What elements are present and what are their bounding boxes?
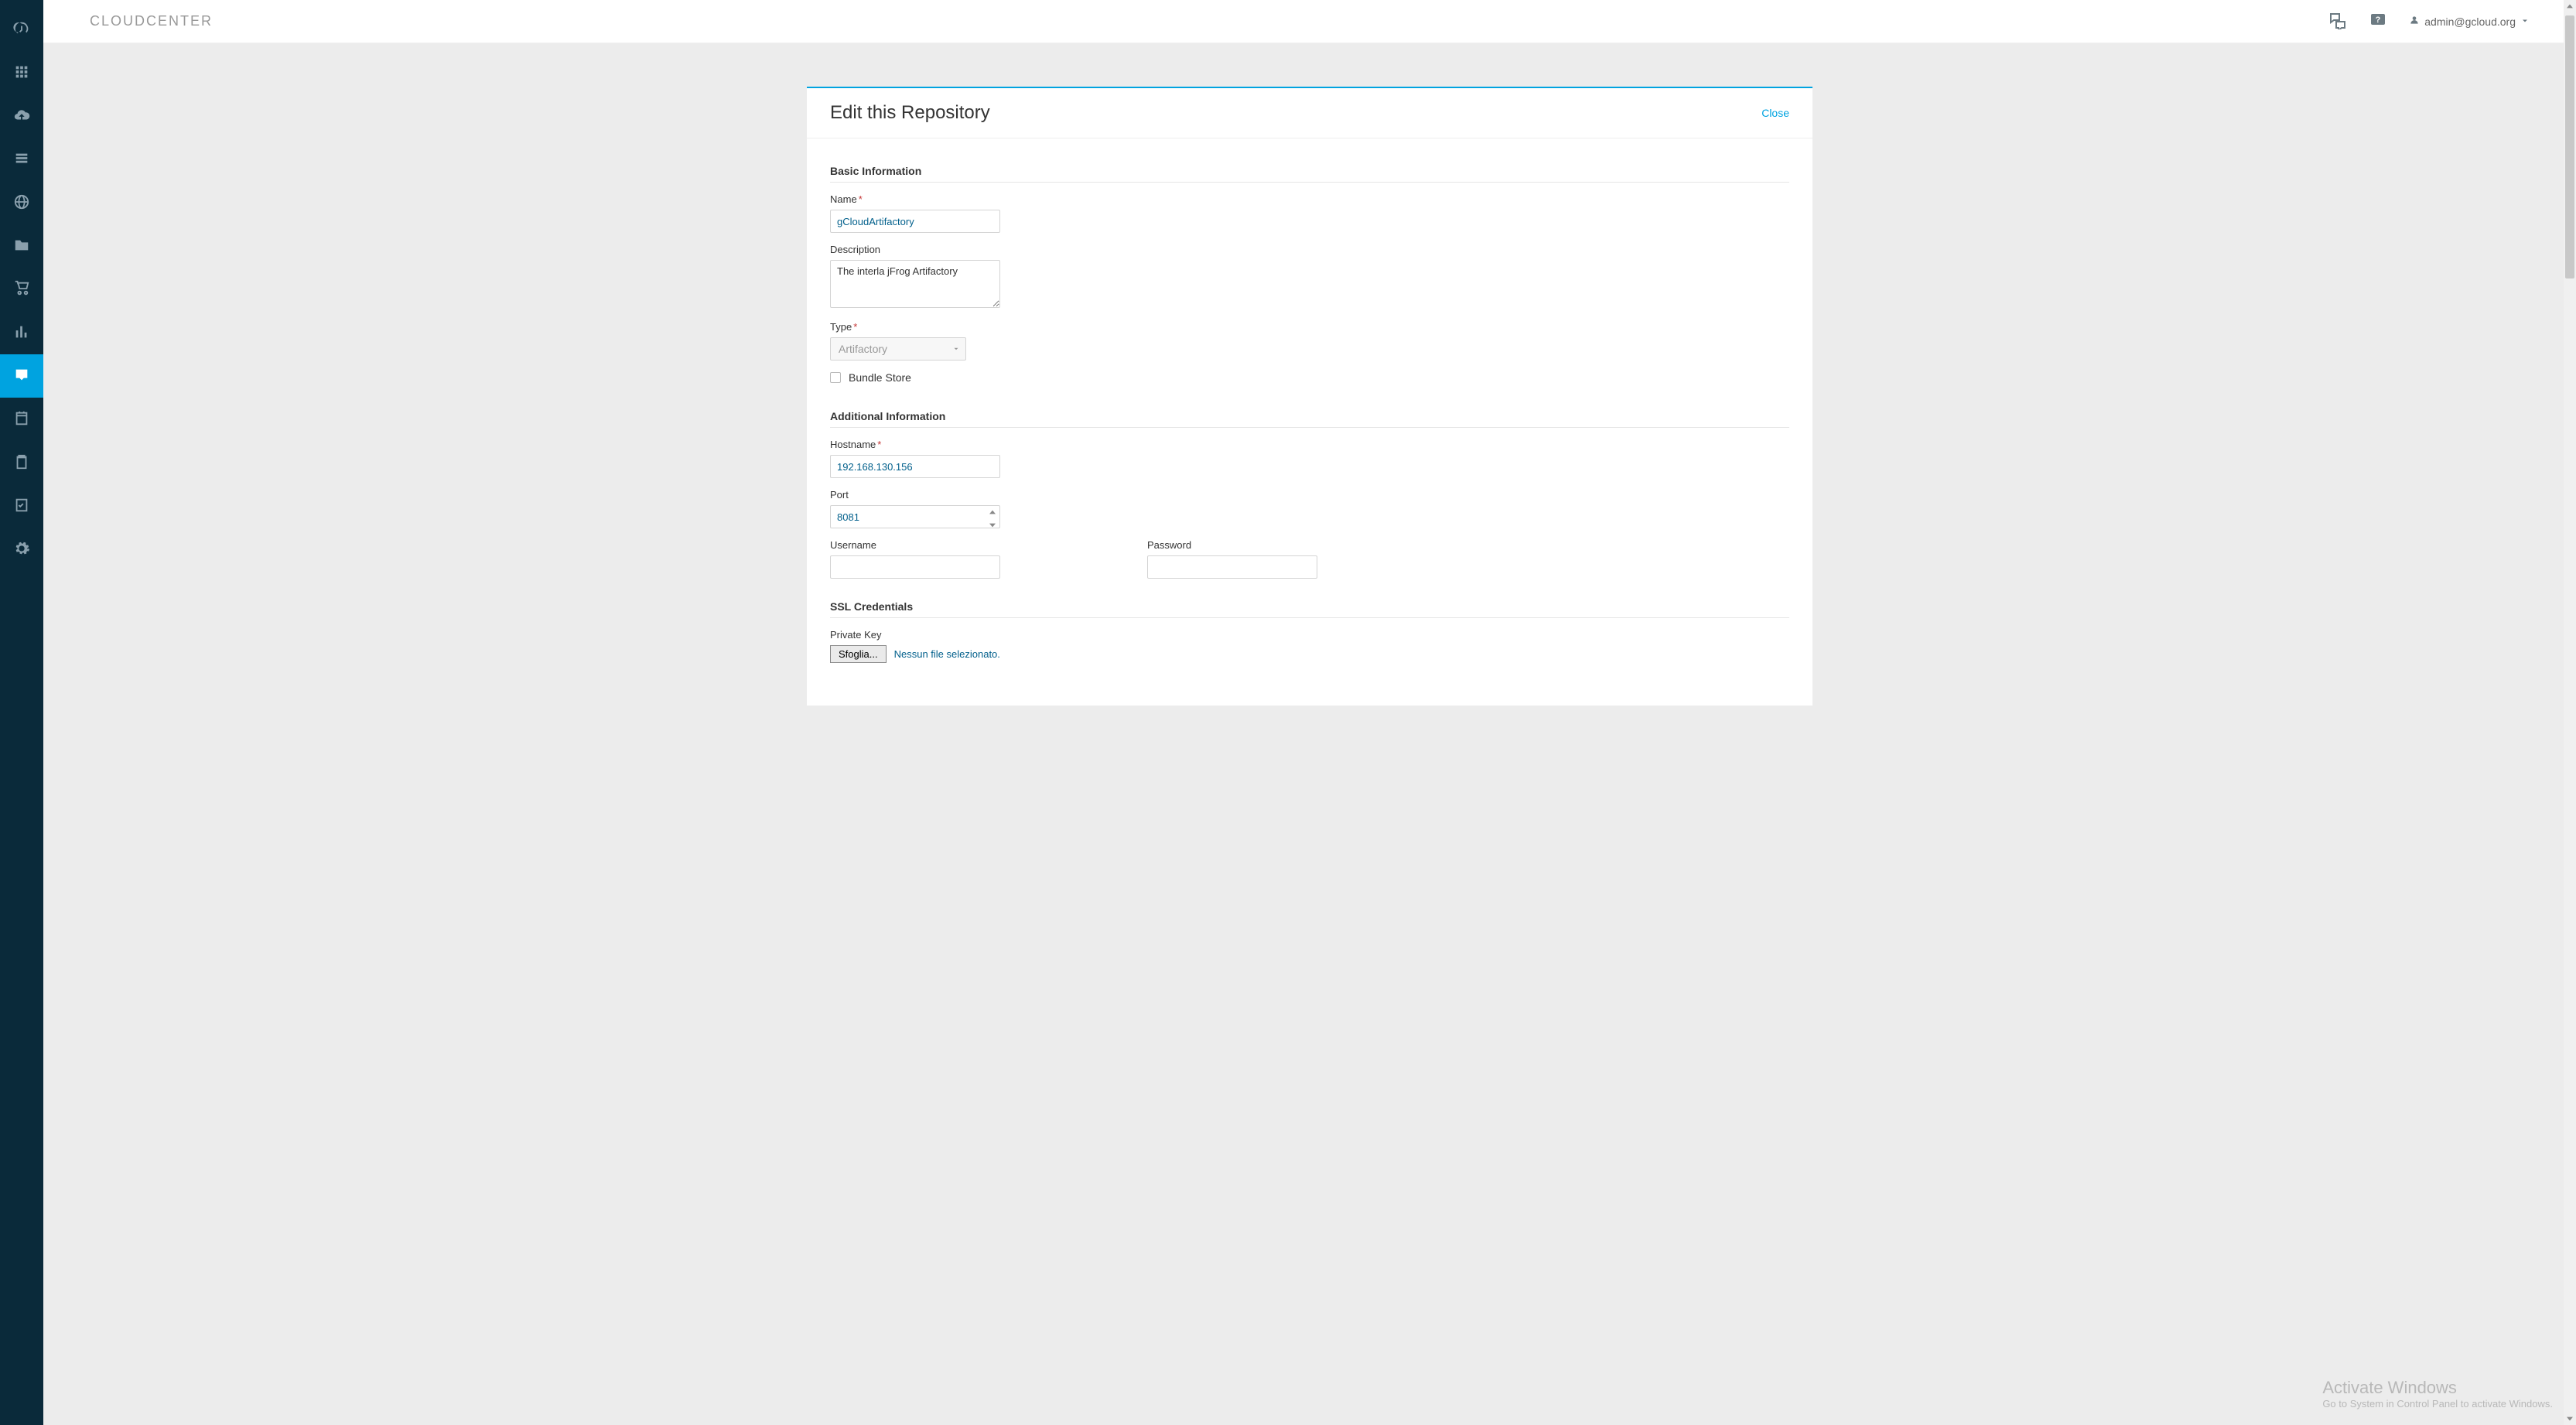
- clipboard-icon: [13, 453, 30, 473]
- stack-icon: [13, 150, 30, 169]
- folder-icon: [13, 237, 30, 256]
- password-label: Password: [1147, 539, 1317, 551]
- type-select-value: Artifactory: [839, 343, 887, 355]
- sidebar-item-globe[interactable]: [0, 181, 43, 224]
- help-icon[interactable]: ?: [2369, 11, 2387, 32]
- file-status: Nessun file selezionato.: [894, 648, 1000, 660]
- user-icon: [2409, 15, 2420, 28]
- cart-icon: [13, 280, 30, 299]
- sidebar: [0, 0, 43, 1425]
- user-menu[interactable]: admin@gcloud.org: [2409, 15, 2530, 28]
- bundle-store-label: Bundle Store: [849, 371, 911, 384]
- description-label: Description: [830, 244, 1789, 255]
- type-select[interactable]: Artifactory: [830, 337, 966, 361]
- edit-repository-panel: Edit this Repository Close Basic Informa…: [807, 87, 1812, 706]
- sidebar-item-stacks[interactable]: [0, 138, 43, 181]
- sidebar-item-dashboard[interactable]: [0, 8, 43, 51]
- brand-logo: CLOUDCENTER: [90, 13, 213, 29]
- step-down-icon[interactable]: [989, 518, 996, 530]
- step-up-icon[interactable]: [989, 504, 996, 517]
- user-label: admin@gcloud.org: [2424, 15, 2516, 28]
- calendar-icon: [13, 410, 30, 429]
- scroll-thumb[interactable]: [2565, 15, 2574, 279]
- section-ssl: SSL Credentials: [830, 589, 1789, 618]
- gear-icon: [13, 540, 30, 559]
- svg-text:?: ?: [2376, 15, 2381, 25]
- name-input[interactable]: [830, 210, 1000, 233]
- name-label: Name*: [830, 193, 1789, 205]
- checklist-icon: [13, 497, 30, 516]
- sidebar-item-marketplace[interactable]: [0, 268, 43, 311]
- browse-button[interactable]: Sfoglia...: [830, 645, 887, 663]
- main: CLOUDCENTER ? admin@gcloud.org Edit this…: [43, 0, 2576, 1425]
- bar-chart-icon: [13, 323, 30, 343]
- username-input[interactable]: [830, 555, 1000, 579]
- feedback-icon[interactable]: [2328, 11, 2347, 32]
- globe-icon: [13, 193, 30, 213]
- chevron-down-icon: [952, 343, 960, 355]
- cloud-upload-icon: [13, 107, 30, 126]
- close-link[interactable]: Close: [1761, 107, 1789, 119]
- sidebar-item-schedule[interactable]: [0, 398, 43, 441]
- bundle-store-checkbox[interactable]: [830, 372, 841, 383]
- hostname-label: Hostname*: [830, 439, 1789, 450]
- sidebar-item-repositories[interactable]: [0, 354, 43, 398]
- private-key-label: Private Key: [830, 629, 1789, 641]
- sidebar-item-reports[interactable]: [0, 311, 43, 354]
- sidebar-item-apps[interactable]: [0, 51, 43, 94]
- section-basic: Basic Information: [830, 154, 1789, 183]
- scrollbar[interactable]: [2564, 0, 2576, 1425]
- type-label: Type*: [830, 321, 1789, 333]
- apps-icon: [13, 63, 30, 83]
- port-input[interactable]: [830, 505, 1000, 528]
- username-label: Username: [830, 539, 1000, 551]
- hostname-input[interactable]: [830, 455, 1000, 478]
- panel-title: Edit this Repository: [830, 102, 990, 124]
- sidebar-item-folder[interactable]: [0, 224, 43, 268]
- scroll-down-icon[interactable]: [2564, 1413, 2576, 1425]
- password-input[interactable]: [1147, 555, 1317, 579]
- section-additional: Additional Information: [830, 399, 1789, 428]
- gauge-icon: [13, 20, 30, 39]
- inbox-icon: [13, 367, 30, 386]
- header: CLOUDCENTER ? admin@gcloud.org: [43, 0, 2576, 43]
- sidebar-item-clipboard[interactable]: [0, 441, 43, 484]
- sidebar-item-settings[interactable]: [0, 528, 43, 571]
- port-label: Port: [830, 489, 1789, 501]
- content: Edit this Repository Close Basic Informa…: [43, 43, 2576, 1425]
- scroll-up-icon[interactable]: [2564, 0, 2576, 12]
- chevron-down-icon: [2520, 15, 2530, 28]
- sidebar-item-deploy[interactable]: [0, 94, 43, 138]
- description-input[interactable]: [830, 260, 1000, 308]
- sidebar-item-tasks[interactable]: [0, 484, 43, 528]
